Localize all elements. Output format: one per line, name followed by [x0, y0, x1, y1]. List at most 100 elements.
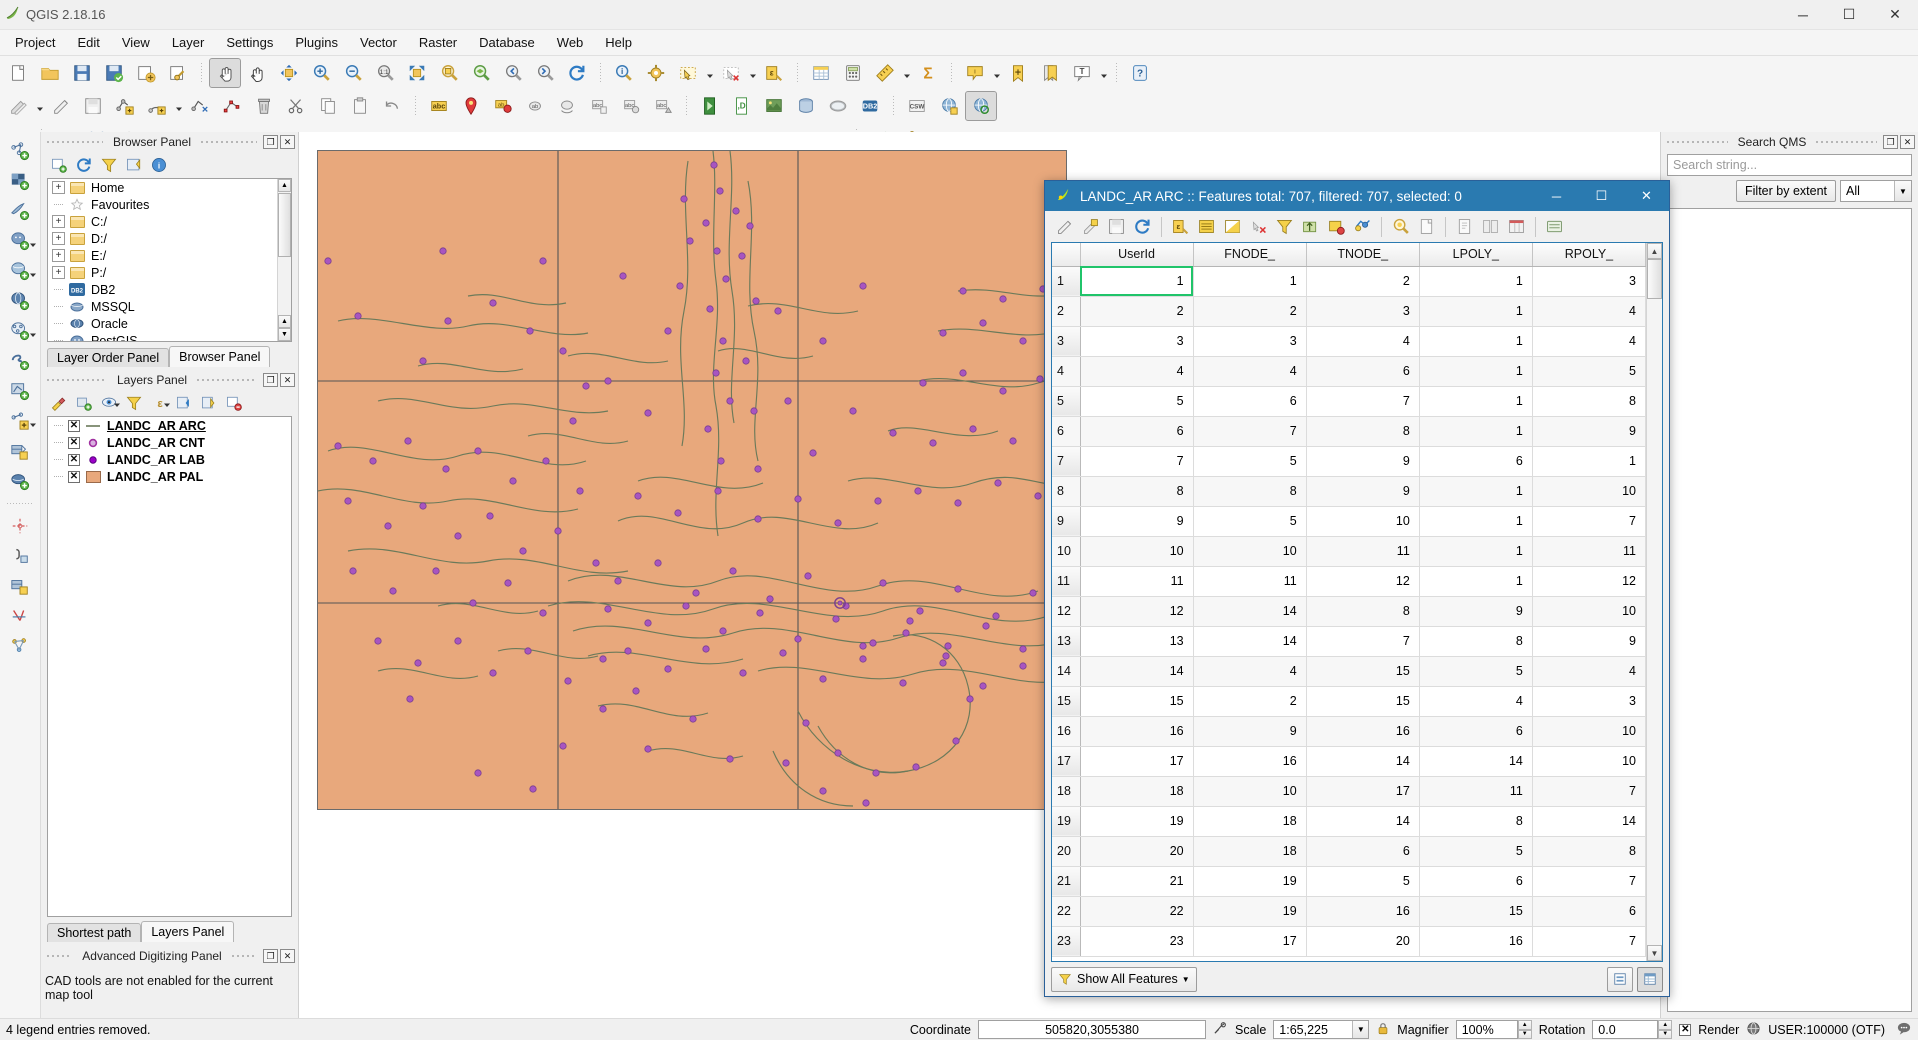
filter-legend-expression-button[interactable]: ε: [147, 392, 171, 414]
menu-edit[interactable]: Edit: [66, 32, 110, 53]
zoom-full-button[interactable]: [402, 59, 432, 87]
table-cell[interactable]: 5: [1193, 446, 1307, 477]
scroll-down-arrow-icon[interactable]: ▼: [1647, 945, 1662, 961]
invert-selection-button[interactable]: [1219, 214, 1245, 239]
table-cell[interactable]: 23: [1080, 926, 1194, 957]
table-row[interactable]: 667819: [1052, 416, 1646, 447]
table-cell[interactable]: 6: [1306, 836, 1420, 867]
table-cell[interactable]: 1: [1419, 566, 1533, 597]
stepper-down-icon[interactable]: ▼: [1517, 1029, 1532, 1039]
select-features-button[interactable]: [673, 59, 703, 87]
table-cell[interactable]: 9: [1532, 626, 1646, 657]
add-spatialite-layer-vtool[interactable]: [2, 196, 38, 226]
table-cell[interactable]: 10: [1193, 536, 1307, 567]
scroll-up-arrow-icon[interactable]: ▲: [1647, 243, 1662, 259]
adv-panel-close-button[interactable]: ✕: [280, 949, 296, 963]
table-cell[interactable]: 19: [1193, 896, 1307, 927]
layer-item[interactable]: ✕ LANDC_AR PAL: [48, 468, 291, 485]
attribute-table-vscrollbar[interactable]: ▲ ▼: [1646, 243, 1662, 961]
browser-tree-item[interactable]: + E:/: [48, 247, 291, 264]
table-cell[interactable]: 5: [1080, 386, 1194, 417]
table-row[interactable]: 775961: [1052, 446, 1646, 477]
add-wcs-layer-vtool[interactable]: [2, 346, 38, 376]
row-header[interactable]: 22: [1052, 896, 1081, 927]
row-header[interactable]: 1: [1052, 266, 1081, 297]
open-field-calculator-button[interactable]: [1541, 214, 1567, 239]
table-cell[interactable]: 17: [1080, 746, 1194, 777]
layer-visibility-checkbox[interactable]: ✕: [68, 453, 80, 466]
browser-tree-item[interactable]: Favourites: [48, 196, 291, 213]
table-cell[interactable]: 1: [1419, 296, 1533, 327]
table-cell[interactable]: 4: [1080, 356, 1194, 387]
row-header[interactable]: 5: [1052, 386, 1081, 417]
table-cell[interactable]: 3: [1532, 686, 1646, 717]
layers-panel-grip-2[interactable]: [197, 375, 258, 385]
adv-panel-float-button[interactable]: ❐: [263, 949, 279, 963]
table-cell[interactable]: 1: [1419, 386, 1533, 417]
identify-features-button[interactable]: i: [609, 59, 639, 87]
browser-tree-item[interactable]: + P:/: [48, 264, 291, 281]
menu-project[interactable]: Project: [4, 32, 66, 53]
row-header[interactable]: 12: [1052, 596, 1081, 627]
add-arcgis-feature-server-vtool[interactable]: [2, 466, 38, 496]
scale-combo[interactable]: 1:65,225 ▼: [1273, 1020, 1370, 1039]
menu-plugins[interactable]: Plugins: [284, 32, 349, 53]
table-cell[interactable]: 1: [1419, 326, 1533, 357]
table-cell[interactable]: 1: [1419, 476, 1533, 507]
table-cell[interactable]: 11: [1532, 536, 1646, 567]
table-row[interactable]: 18 18 10 17 11 7: [1052, 776, 1646, 807]
new-column-button[interactable]: [1503, 214, 1529, 239]
delete-selected-features-button[interactable]: [1451, 214, 1477, 239]
expand-icon[interactable]: +: [52, 215, 65, 228]
chevron-down-icon[interactable]: [113, 397, 121, 412]
form-view-button[interactable]: [1607, 966, 1633, 992]
change-label-button[interactable]: abc: [584, 92, 614, 120]
chevron-down-icon[interactable]: [1098, 59, 1109, 87]
filter-select-button[interactable]: [1271, 214, 1297, 239]
open-field-calculator-button[interactable]: [838, 59, 868, 87]
table-cell[interactable]: 7: [1532, 776, 1646, 807]
table-cell[interactable]: 4: [1532, 656, 1646, 687]
table-cell[interactable]: 16: [1306, 716, 1420, 747]
layer-visibility-checkbox[interactable]: ✕: [68, 419, 80, 432]
column-header[interactable]: FNODE_: [1193, 243, 1307, 267]
collapse-all-button[interactable]: [122, 154, 146, 176]
add-selected-layers-button[interactable]: [47, 154, 71, 176]
table-row[interactable]: 19 19 18 14 8 14: [1052, 806, 1646, 837]
toggle-editing-button[interactable]: [1051, 214, 1077, 239]
table-cell[interactable]: 19: [1193, 866, 1307, 897]
browser-tree-item[interactable]: + Home: [48, 179, 291, 196]
table-row[interactable]: 8 8 8 9 1 10: [1052, 476, 1646, 507]
label-properties-button[interactable]: abc: [616, 92, 646, 120]
table-cell[interactable]: 8: [1306, 416, 1420, 447]
stepper-down-icon[interactable]: ▼: [1658, 1029, 1673, 1039]
chevron-down-icon[interactable]: [29, 327, 37, 342]
table-cell[interactable]: 7: [1532, 506, 1646, 537]
table-cell[interactable]: 4: [1193, 656, 1307, 687]
table-corner-header[interactable]: [1052, 243, 1081, 267]
layers-panel-float-button[interactable]: ❐: [263, 373, 279, 387]
add-wms-layer-vtool[interactable]: [2, 316, 38, 346]
select-by-expression-button[interactable]: ε: [1167, 214, 1193, 239]
table-row[interactable]: 556718: [1052, 386, 1646, 417]
row-header[interactable]: 14: [1052, 656, 1081, 687]
table-row[interactable]: 22 22 19 16 15 6: [1052, 896, 1646, 927]
table-cell[interactable]: 5: [1193, 506, 1307, 537]
table-cell[interactable]: 2: [1080, 296, 1194, 327]
row-header[interactable]: 15: [1052, 686, 1081, 717]
add-oracle-layer-vtool[interactable]: [2, 286, 38, 316]
menu-layer[interactable]: Layer: [161, 32, 216, 53]
table-row[interactable]: 333414: [1052, 326, 1646, 357]
row-header[interactable]: 18: [1052, 776, 1081, 807]
table-cell[interactable]: 15: [1419, 896, 1533, 927]
table-cell[interactable]: 9: [1080, 506, 1194, 537]
scroll-up-arrow-icon[interactable]: ▲: [278, 179, 291, 192]
chevron-down-icon[interactable]: [173, 92, 184, 120]
expand-all-button[interactable]: [172, 392, 196, 414]
add-wms-layer-button[interactable]: [934, 92, 964, 120]
row-header[interactable]: 20: [1052, 836, 1081, 867]
table-cell[interactable]: 10: [1532, 746, 1646, 777]
open-project-button[interactable]: [35, 59, 65, 87]
filter-browser-button[interactable]: [97, 154, 121, 176]
browser-tree-item[interactable]: MSSQL: [48, 298, 291, 315]
